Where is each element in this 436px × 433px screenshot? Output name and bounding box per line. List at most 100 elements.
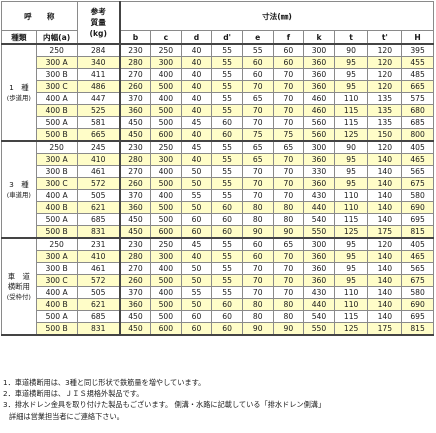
dimension-cell: 550 [303, 322, 335, 336]
weight-unit: (kg) [89, 29, 107, 38]
dimension-cell: 280 [119, 153, 152, 166]
weight-header: 参考 質量 (kg) [76, 1, 121, 45]
dimension-cell: 140 [367, 189, 403, 202]
dimension-cell: 540 [303, 310, 335, 323]
dimension-cell: 400 [150, 68, 182, 81]
table-row: 400 A 505 370 400 55 55 70 70 430 110 140 580 [2, 286, 434, 299]
dimension-cell: 360 [303, 177, 335, 190]
dimension-cell: 95 [333, 68, 369, 81]
dimension-cell: 70 [241, 189, 274, 202]
width-header: 内幅(a) [35, 30, 78, 45]
dimension-cell: 110 [333, 201, 369, 214]
category-label: 車 道 [7, 271, 30, 281]
dimension-cell: 80 [272, 310, 305, 323]
dimension-cell: 360 [303, 80, 335, 93]
dimension-cell: 120 [367, 140, 403, 154]
dimension-cell: 565 [401, 165, 434, 178]
dimension-cell: 70 [272, 104, 305, 117]
dimension-cell: 440 [303, 201, 335, 214]
dimension-cell: 395 [401, 43, 434, 57]
dimension-cell: 450 [119, 128, 152, 142]
width-cell: 300 A [35, 250, 78, 263]
dimension-cell: 135 [367, 104, 403, 117]
table-row: 300 C 572 260 500 50 55 70 70 360 95 140 675 [2, 274, 434, 287]
dimension-cell: 70 [272, 116, 305, 129]
dimension-cell: 70 [272, 189, 305, 202]
dimension-cell: 450 [119, 116, 152, 129]
dimension-cell: 55 [211, 56, 243, 69]
dimension-cell: 140 [367, 213, 403, 226]
category-label: 3 種 [9, 179, 29, 189]
dimension-cell: 110 [333, 286, 369, 299]
dimension-table: 呼 称 参考 質量 (kg) 寸法(㎜) 種類 内幅(a) b c d d' e f k t t… [1, 1, 434, 336]
dimension-cell: 95 [333, 274, 369, 287]
type-header: 種類 [1, 30, 37, 45]
dimension-cell: 260 [119, 80, 152, 93]
weight-cell: 461 [76, 165, 121, 178]
dimension-cell: 70 [272, 286, 305, 299]
weight-cell: 685 [76, 310, 121, 323]
dimension-cell: 270 [119, 262, 152, 275]
dimension-cell: 500 [150, 104, 182, 117]
dimension-cell: 500 [150, 298, 182, 311]
note-2: 2．車道横断用は、ＪＩＳ規格外製品です。 [3, 389, 144, 399]
dimension-cell: 250 [150, 43, 182, 57]
weight-cell: 831 [76, 225, 121, 239]
dimension-cell: 60 [211, 298, 243, 311]
dimension-cell: 400 [150, 165, 182, 178]
spec-sheet: 呼 称 参考 質量 (kg) 寸法(㎜) 種類 内幅(a) b c d d' e f k t t… [0, 0, 436, 433]
dimension-cell: 540 [303, 213, 335, 226]
dimension-cell: 55 [211, 274, 243, 287]
dimension-cell: 140 [367, 274, 403, 287]
width-cell: 250 [35, 43, 78, 57]
width-cell: 300 C [35, 80, 78, 93]
dimension-cell: 360 [303, 68, 335, 81]
dimension-cell: 140 [367, 286, 403, 299]
dim-col-header: e [241, 30, 274, 45]
width-cell: 300 A [35, 56, 78, 69]
dimension-cell: 360 [303, 153, 335, 166]
dimension-cell: 90 [241, 322, 274, 336]
table-row: 300 A 410 280 300 40 55 65 70 360 95 140 465 [2, 153, 434, 166]
width-cell: 300 B [35, 165, 78, 178]
dimension-cell: 45 [180, 140, 213, 154]
dimension-cell: 500 [150, 310, 182, 323]
dimension-cell: 690 [401, 298, 434, 311]
dimension-cell: 400 [150, 92, 182, 105]
dims-header: 寸法(㎜) [119, 1, 434, 31]
dimension-cell: 60 [241, 68, 274, 81]
dimension-cell: 125 [333, 128, 369, 142]
width-cell: 500 B [35, 322, 78, 336]
dimension-cell: 230 [119, 140, 152, 154]
dimension-cell: 565 [401, 262, 434, 275]
dimension-cell: 55 [211, 189, 243, 202]
weight-cell: 340 [76, 56, 121, 69]
table-row: 300 B 461 270 400 50 55 70 70 360 95 140 565 [2, 262, 434, 275]
dimension-cell: 55 [211, 237, 243, 251]
dimension-cell: 55 [211, 165, 243, 178]
table-row: 400 B 621 360 500 50 60 80 80 440 110 140 690 [2, 298, 434, 311]
width-cell: 300 B [35, 262, 78, 275]
dimension-cell: 120 [367, 80, 403, 93]
dimension-cell: 40 [180, 56, 213, 69]
dimension-cell: 60 [211, 225, 243, 239]
dimension-cell: 40 [180, 43, 213, 57]
table-row: 300 A 410 280 300 40 55 60 70 360 95 140 465 [2, 250, 434, 263]
dimension-cell: 260 [119, 177, 152, 190]
dimension-cell: 80 [272, 201, 305, 214]
dimension-cell: 140 [367, 153, 403, 166]
dimension-cell: 300 [150, 153, 182, 166]
dimension-cell: 95 [333, 153, 369, 166]
dimension-cell: 560 [303, 128, 335, 142]
dimension-cell: 270 [119, 165, 152, 178]
weight-cell: 447 [76, 92, 121, 105]
dimension-cell: 430 [303, 189, 335, 202]
dimension-cell: 695 [401, 213, 434, 226]
dimension-cell: 50 [180, 274, 213, 287]
dimension-cell: 575 [401, 92, 434, 105]
dimension-cell: 330 [303, 165, 335, 178]
dimension-cell: 55 [211, 92, 243, 105]
dimension-cell: 55 [211, 177, 243, 190]
table-row: 300 C 572 260 500 50 55 70 70 360 95 140 675 [2, 177, 434, 190]
dimension-cell: 135 [367, 116, 403, 129]
